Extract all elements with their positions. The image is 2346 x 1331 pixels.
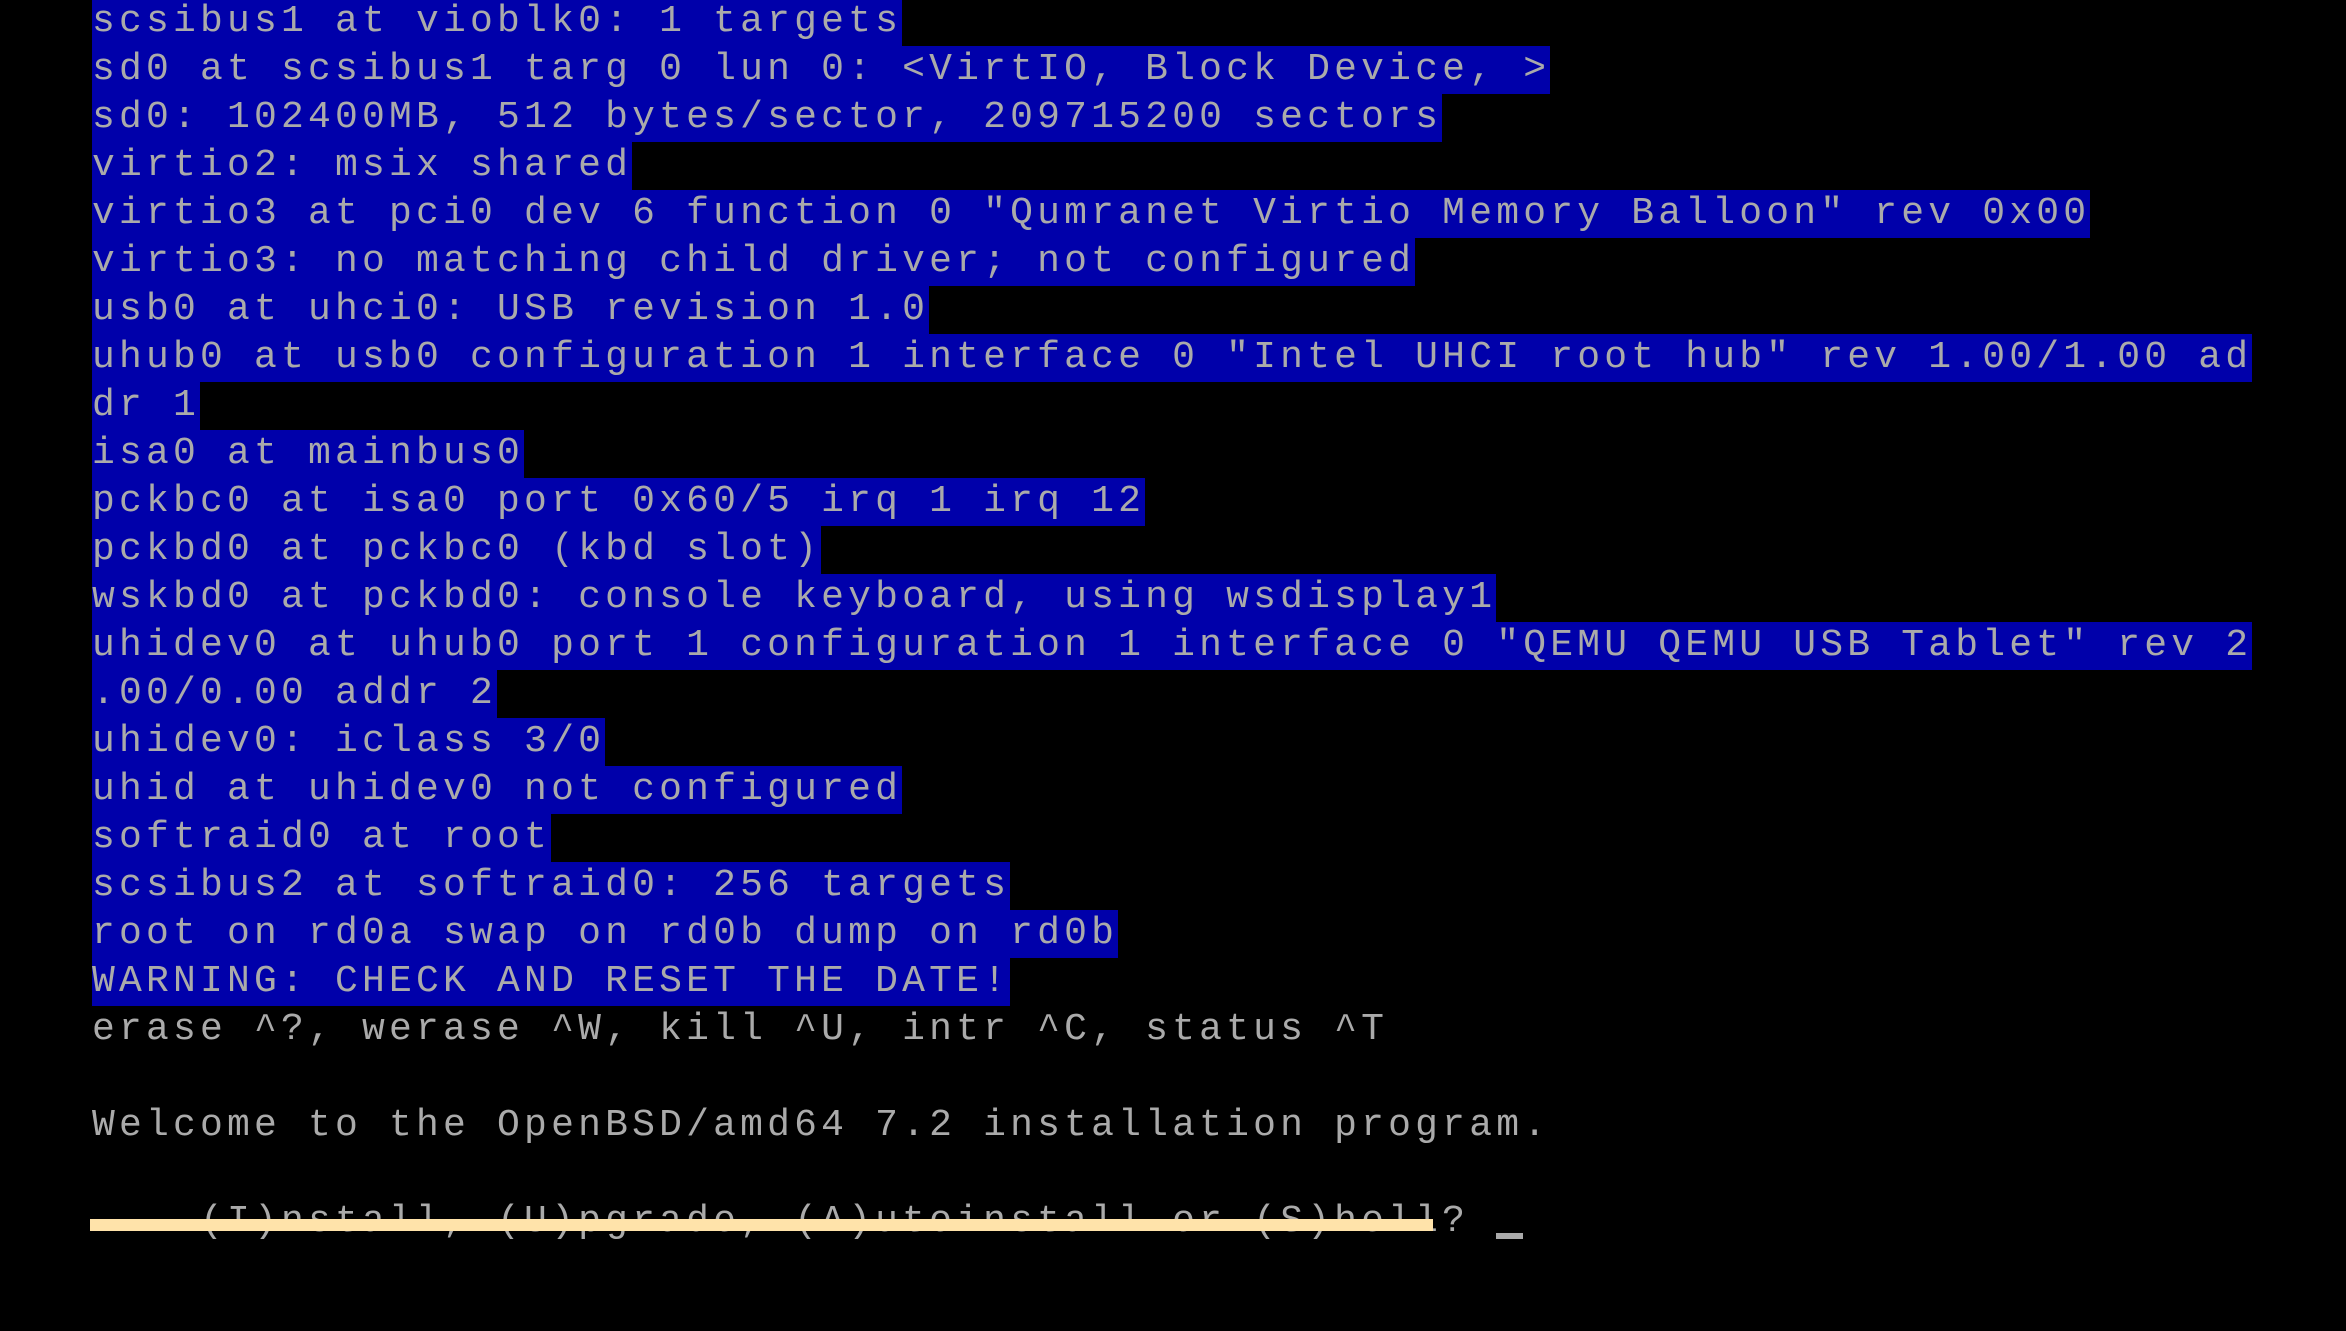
console-line: uhidev0 at uhub0 port 1 configuration 1 … bbox=[92, 622, 2292, 670]
console-line-text: uhub0 at usb0 configuration 1 interface … bbox=[92, 334, 2253, 382]
console-line: erase ^?, werase ^W, kill ^U, intr ^C, s… bbox=[92, 1006, 2292, 1054]
console-line: virtio3 at pci0 dev 6 function 0 "Qumran… bbox=[92, 190, 2292, 238]
console-line-text: usb0 at uhci0: USB revision 1.0 bbox=[92, 286, 930, 334]
console-line-text: root on rd0a swap on rd0b dump on rd0b bbox=[92, 910, 1119, 958]
console-line-text: virtio2: msix shared bbox=[92, 142, 633, 190]
console-line-text: WARNING: CHECK AND RESET THE DATE! bbox=[92, 958, 1011, 1006]
console-line-text: pckbc0 at isa0 port 0x60/5 irq 1 irq 12 bbox=[92, 478, 1146, 526]
console-line: sd0 at scsibus1 targ 0 lun 0: <VirtIO, B… bbox=[92, 46, 2292, 94]
console-line-text: virtio3 at pci0 dev 6 function 0 "Qumran… bbox=[92, 190, 2091, 238]
console-line-text: pckbd0 at pckbc0 (kbd slot) bbox=[92, 526, 822, 574]
console-line: isa0 at mainbus0 bbox=[92, 430, 2292, 478]
console-line-text: scsibus1 at vioblk0: 1 targets bbox=[92, 0, 903, 46]
console-line-text: sd0: 102400MB, 512 bytes/sector, 2097152… bbox=[92, 94, 1443, 142]
console-line: pckbc0 at isa0 port 0x60/5 irq 1 irq 12 bbox=[92, 478, 2292, 526]
console-line: usb0 at uhci0: USB revision 1.0 bbox=[92, 286, 2292, 334]
console-line: pckbd0 at pckbc0 (kbd slot) bbox=[92, 526, 2292, 574]
console-line-text: uhidev0: iclass 3/0 bbox=[92, 718, 606, 766]
console-line: scsibus2 at softraid0: 256 targets bbox=[92, 862, 2292, 910]
console-line-text: isa0 at mainbus0 bbox=[92, 430, 525, 478]
console-line-text: Welcome to the OpenBSD/amd64 7.2 install… bbox=[92, 1104, 1551, 1147]
terminal-console[interactable]: scsibus1 at vioblk0: 1 targets sd0 at scs… bbox=[92, 0, 2292, 1243]
console-line-text: dr 1 bbox=[92, 382, 201, 430]
console-line: uhidev0: iclass 3/0 bbox=[92, 718, 2292, 766]
console-line-text: sd0 at scsibus1 targ 0 lun 0: <VirtIO, B… bbox=[92, 46, 1551, 94]
console-line: WARNING: CHECK AND RESET THE DATE! bbox=[92, 958, 2292, 1006]
console-line: uhid at uhidev0 not configured bbox=[92, 766, 2292, 814]
console-line: virtio3: no matching child driver; not c… bbox=[92, 238, 2292, 286]
console-line: sd0: 102400MB, 512 bytes/sector, 2097152… bbox=[92, 94, 2292, 142]
console-line bbox=[92, 1054, 2292, 1102]
console-line-text bbox=[92, 1054, 119, 1102]
console-line-text: .00/0.00 addr 2 bbox=[92, 670, 498, 718]
console-line-text: scsibus2 at softraid0: 256 targets bbox=[92, 862, 1011, 910]
console-line: scsibus1 at vioblk0: 1 targets bbox=[92, 0, 2292, 46]
console-line: virtio2: msix shared bbox=[92, 142, 2292, 190]
console-line: softraid0 at root bbox=[92, 814, 2292, 862]
console-line: .00/0.00 addr 2 bbox=[92, 670, 2292, 718]
console-line: root on rd0a swap on rd0b dump on rd0b bbox=[92, 910, 2292, 958]
install-prompt-line[interactable]: (I)nstall, (U)pgrade, (A)utoinstall or (… bbox=[92, 1150, 2292, 1243]
progress-bar bbox=[90, 1219, 1433, 1231]
boot-log-highlighted: scsibus1 at vioblk0: 1 targets sd0 at scs… bbox=[92, 0, 2292, 1006]
console-line-text: wskbd0 at pckbd0: console keyboard, usin… bbox=[92, 574, 1497, 622]
console-line-text: uhidev0 at uhub0 port 1 configuration 1 … bbox=[92, 622, 2253, 670]
text-cursor[interactable] bbox=[1496, 1233, 1524, 1239]
console-line: wskbd0 at pckbd0: console keyboard, usin… bbox=[92, 574, 2292, 622]
boot-log-plain: erase ^?, werase ^W, kill ^U, intr ^C, s… bbox=[92, 1006, 2292, 1150]
console-line-text: erase ^?, werase ^W, kill ^U, intr ^C, s… bbox=[92, 1008, 1389, 1051]
console-line: Welcome to the OpenBSD/amd64 7.2 install… bbox=[92, 1102, 2292, 1150]
console-line: dr 1 bbox=[92, 382, 2292, 430]
console-line-text: softraid0 at root bbox=[92, 814, 552, 862]
console-line-text: virtio3: no matching child driver; not c… bbox=[92, 238, 1416, 286]
console-line-text: uhid at uhidev0 not configured bbox=[92, 766, 903, 814]
console-line: uhub0 at usb0 configuration 1 interface … bbox=[92, 334, 2292, 382]
